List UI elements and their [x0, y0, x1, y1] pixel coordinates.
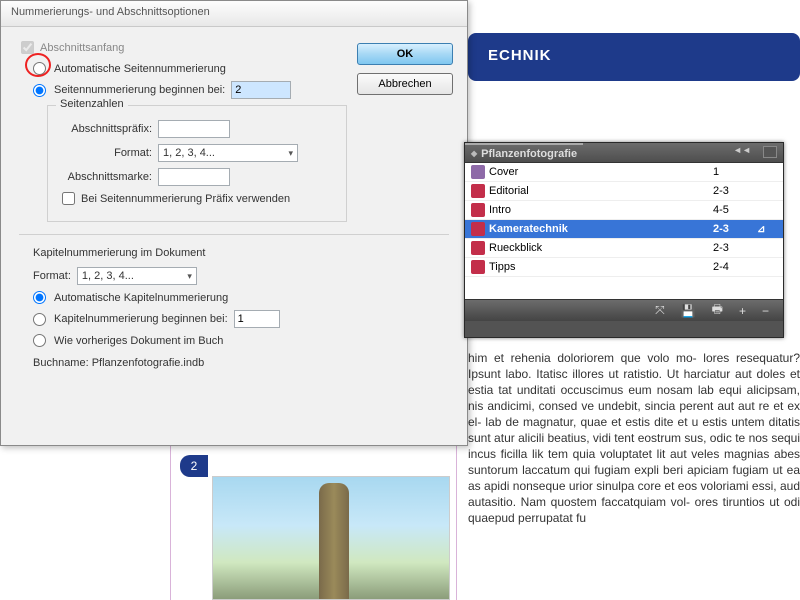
numbering-options-dialog: Nummerierungs- und Abschnittsoptionen OK… — [0, 0, 468, 446]
book-panel-header[interactable]: Pflanzenfotografie ◄◄ — [465, 143, 783, 163]
panel-menu-icon[interactable] — [763, 146, 777, 158]
bookname-label: Buchname: — [33, 357, 92, 369]
auto-chapter-label: Automatische Kapitelnummerierung — [54, 292, 228, 304]
book-panel-title[interactable]: Pflanzenfotografie — [465, 143, 583, 163]
document-icon — [471, 260, 485, 274]
page-range: 1 — [713, 166, 757, 178]
auto-page-numbering-radio[interactable] — [33, 62, 46, 75]
list-item[interactable]: Kameratechnik2-3⊿ — [465, 220, 783, 239]
document-icon — [471, 241, 485, 255]
section-prefix-input[interactable] — [158, 120, 230, 138]
as-previous-label: Wie vorheriges Dokument im Buch — [54, 335, 223, 347]
add-icon[interactable]: + — [739, 304, 746, 318]
page-format-combo[interactable]: 1, 2, 3, 4... — [158, 144, 298, 162]
print-icon[interactable]: 🖶 — [712, 300, 723, 321]
collapse-icon[interactable]: ◄◄ — [733, 145, 751, 155]
list-item[interactable]: Tipps2-4 — [465, 258, 783, 277]
book-panel-footer: ⤧ 💾 🖶 + − — [465, 299, 783, 321]
save-icon[interactable]: 💾 — [681, 304, 696, 318]
cancel-button[interactable]: Abbrechen — [357, 73, 453, 95]
page-numbers-legend: Seitenzahlen — [56, 98, 128, 110]
use-prefix-label: Bei Seitennummerierung Präfix verwenden — [81, 193, 290, 205]
doc-name: Kameratechnik — [489, 223, 713, 235]
list-item[interactable]: Intro4-5 — [465, 201, 783, 220]
doc-name: Tipps — [489, 261, 713, 273]
doc-name: Intro — [489, 204, 713, 216]
chapter-start-at-input[interactable] — [234, 310, 280, 328]
chapter-format-combo[interactable]: 1, 2, 3, 4... — [77, 267, 197, 285]
start-page-at-input[interactable] — [231, 81, 291, 99]
page-numbers-group: Seitenzahlen Abschnittspräfix: Format: 1… — [47, 105, 347, 222]
chapter-format-label: Format: — [33, 270, 71, 282]
doc-name: Rueckblick — [489, 242, 713, 254]
page-range: 2-3 — [713, 242, 757, 254]
auto-chapter-radio[interactable] — [33, 291, 46, 304]
status-flag: ⊿ — [757, 224, 775, 235]
separator — [19, 234, 449, 235]
book-document-list[interactable]: Cover1 Editorial2-3 Intro4-5 Kameratechn… — [465, 163, 783, 299]
start-page-at-radio[interactable] — [33, 84, 46, 97]
document-icon — [471, 165, 485, 179]
list-item[interactable]: Cover1 — [465, 163, 783, 182]
use-prefix-checkbox[interactable] — [62, 192, 75, 205]
document-icon — [471, 203, 485, 217]
page-range: 2-4 — [713, 261, 757, 273]
doc-name: Editorial — [489, 185, 713, 197]
page-number-badge: 2 — [180, 455, 208, 477]
ok-button[interactable]: OK — [357, 43, 453, 65]
section-start-checkbox — [21, 41, 34, 54]
list-item[interactable]: Rueckblick2-3 — [465, 239, 783, 258]
chapter-start-at-label: Kapitelnummerierung beginnen bei: — [54, 313, 228, 325]
doc-name: Cover — [489, 166, 713, 178]
bookname-value: Pflanzenfotografie.indb — [92, 357, 205, 369]
document-heading-banner: ECHNIK — [468, 33, 800, 81]
sync-icon[interactable]: ⤧ — [655, 303, 665, 318]
start-page-at-label: Seitennummerierung beginnen bei: — [54, 84, 225, 96]
page-range: 4-5 — [713, 204, 757, 216]
remove-icon[interactable]: − — [762, 304, 769, 318]
section-marker-label: Abschnittsmarke: — [58, 171, 152, 183]
as-previous-radio[interactable] — [33, 334, 46, 347]
page-range: 2-3 — [713, 223, 757, 235]
format-label: Format: — [58, 147, 152, 159]
book-panel[interactable]: Pflanzenfotografie ◄◄ Cover1 Editorial2-… — [464, 142, 784, 338]
chapter-section-title: Kapitelnummerierung im Dokument — [33, 247, 449, 259]
chapter-start-at-radio[interactable] — [33, 313, 46, 326]
section-marker-input[interactable] — [158, 168, 230, 186]
section-prefix-label: Abschnittspräfix: — [58, 123, 152, 135]
list-item[interactable]: Editorial2-3 — [465, 182, 783, 201]
dialog-title: Nummerierungs- und Abschnittsoptionen — [1, 1, 467, 27]
document-icon — [471, 222, 485, 236]
page-range: 2-3 — [713, 185, 757, 197]
document-photo — [212, 476, 450, 600]
document-icon — [471, 184, 485, 198]
auto-page-numbering-label: Automatische Seitennummerierung — [54, 63, 226, 75]
body-text: him et rehenia doloriorem que volo mo- l… — [468, 350, 800, 526]
section-start-label: Abschnittsanfang — [40, 42, 124, 54]
